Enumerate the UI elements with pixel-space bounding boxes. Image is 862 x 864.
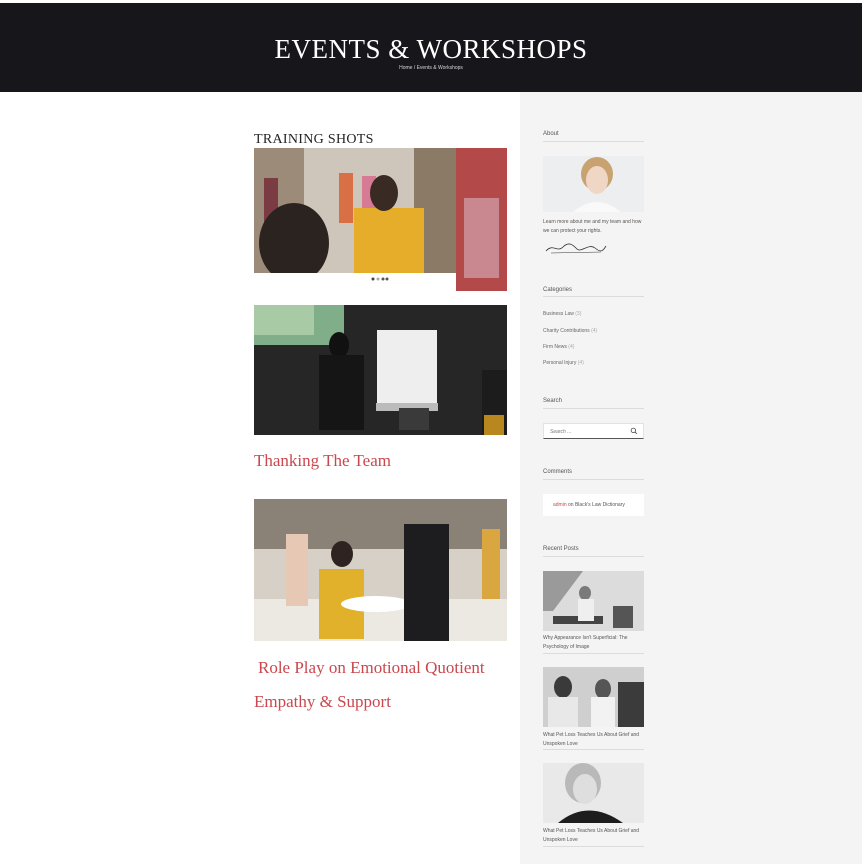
- about-text: Learn more about me and my team and how …: [543, 219, 642, 234]
- training-slider[interactable]: [254, 148, 507, 291]
- divider: [543, 653, 644, 654]
- category-link[interactable]: Charity Contributions (4): [543, 328, 597, 334]
- divider: [543, 846, 644, 847]
- breadcrumb-current: Events & Workshops: [416, 65, 463, 71]
- comment-post-link[interactable]: Black's Law Dictionary: [575, 502, 625, 508]
- widget-title-search: Search: [543, 398, 563, 404]
- slider-dot-active[interactable]: [371, 277, 375, 281]
- category-label[interactable]: Business Law: [543, 311, 574, 317]
- category-count: (4): [591, 328, 598, 334]
- page-title: EVENTS & WORKSHOPS: [274, 34, 588, 64]
- post-title-link[interactable]: Empathy & Support: [254, 692, 391, 712]
- divider: [543, 749, 644, 750]
- thumbnail-photo: [543, 763, 644, 823]
- category-link[interactable]: Firm News (4): [543, 344, 574, 350]
- breadcrumb-separator: /: [413, 65, 416, 71]
- category-count: (4): [568, 344, 575, 350]
- page-header: EVENTS & WORKSHOPS Home / Events & Works…: [0, 3, 862, 92]
- search-icon[interactable]: [630, 427, 638, 435]
- comment-author-link[interactable]: admin: [553, 502, 567, 508]
- slider-dot[interactable]: [376, 277, 380, 281]
- category-label[interactable]: Charity Contributions: [543, 328, 590, 334]
- about-portrait: [543, 156, 644, 212]
- widget-title-categories: Categories: [543, 287, 573, 293]
- post-title-link[interactable]: Thanking The Team: [254, 451, 391, 471]
- post-photo: [254, 499, 507, 641]
- post-image-thanking-team[interactable]: [254, 305, 507, 435]
- category-label[interactable]: Personal Injury: [543, 360, 576, 366]
- breadcrumb: Home / Events & Workshops: [0, 65, 862, 71]
- recent-post-thumbnail[interactable]: [543, 667, 644, 727]
- thumbnail-photo: [543, 571, 644, 631]
- divider: [543, 556, 644, 557]
- post-title-link[interactable]: Role Play on Emotional Quotient: [258, 658, 485, 678]
- recent-post-thumbnail[interactable]: [543, 571, 644, 631]
- search-form: [543, 423, 644, 439]
- category-link[interactable]: Personal Injury (4): [543, 360, 584, 366]
- recent-post-link[interactable]: What Pet Loss Teaches Us About Grief and…: [543, 827, 644, 845]
- widget-title-recent-posts: Recent Posts: [543, 546, 579, 552]
- search-input[interactable]: [550, 427, 630, 436]
- thumbnail-photo: [543, 667, 644, 727]
- divider: [543, 408, 644, 409]
- signature-icon: [545, 243, 607, 254]
- divider: [543, 141, 644, 142]
- section-heading: TRAINING SHOTS: [254, 132, 374, 147]
- comment-connector: on: [568, 502, 574, 508]
- category-label[interactable]: Firm News: [543, 344, 567, 350]
- category-link[interactable]: Business Law (3): [543, 311, 581, 317]
- portrait-photo: [543, 156, 644, 212]
- category-count: (3): [575, 311, 582, 317]
- category-count: (4): [577, 360, 584, 366]
- widget-title-about: About: [543, 131, 559, 137]
- divider: [543, 296, 644, 297]
- divider: [543, 479, 644, 480]
- recent-post-thumbnail[interactable]: [543, 763, 644, 823]
- recent-comment: admin on Black's Law Dictionary: [543, 494, 644, 516]
- slider-dot[interactable]: [381, 277, 385, 281]
- slider-photo: [254, 148, 507, 291]
- slider-dot[interactable]: [385, 277, 389, 281]
- post-image-role-play[interactable]: [254, 499, 507, 641]
- breadcrumb-home-link[interactable]: Home: [399, 65, 412, 71]
- recent-post-link[interactable]: What Pet Loss Teaches Us About Grief and…: [543, 731, 644, 749]
- recent-post-link[interactable]: Why Appearance Isn't Superficial: The Ps…: [543, 634, 644, 652]
- widget-title-comments: Comments: [543, 469, 573, 475]
- post-photo: [254, 305, 507, 435]
